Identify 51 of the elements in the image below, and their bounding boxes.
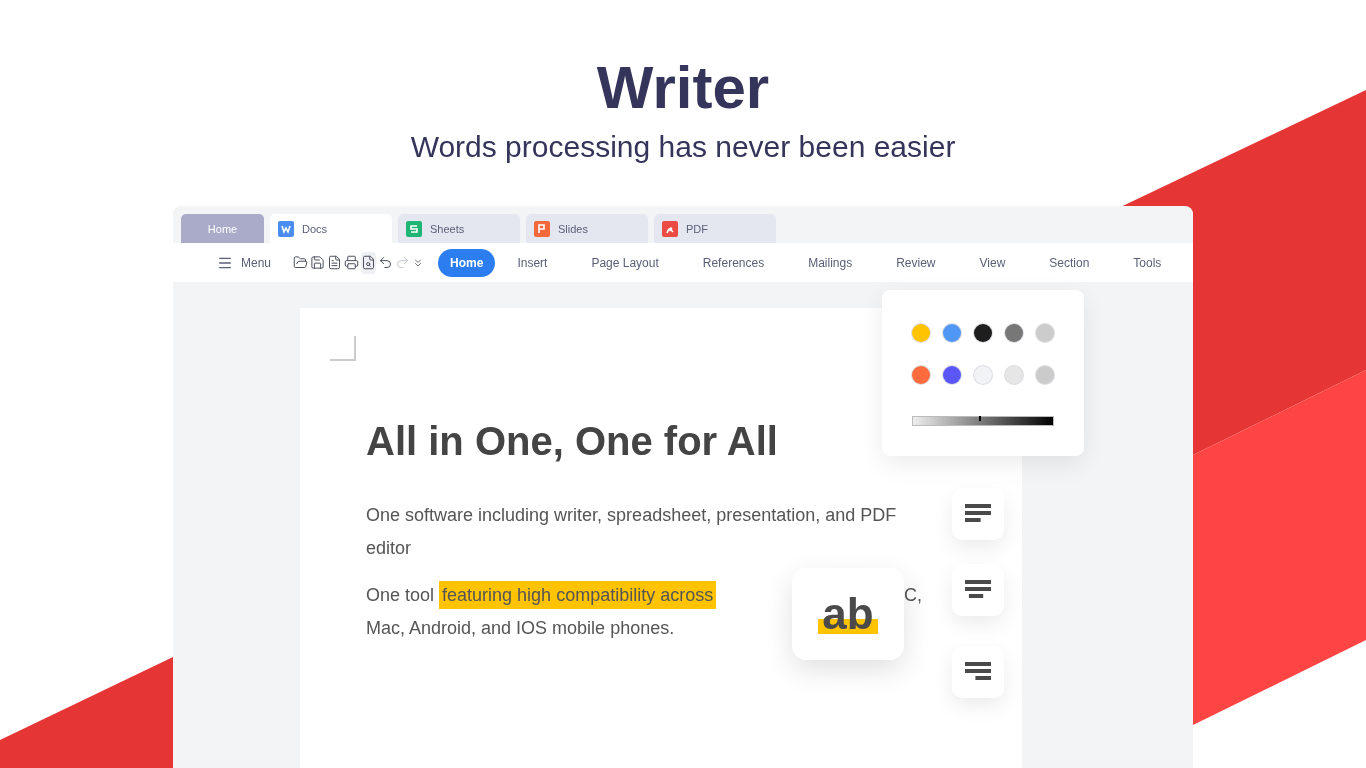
color-swatch[interactable] <box>912 366 930 384</box>
align-left-icon <box>965 504 991 524</box>
ribbon-tab[interactable]: References <box>690 248 777 277</box>
ribbon-tab[interactable]: Review <box>884 248 948 277</box>
color-swatch[interactable] <box>943 324 961 342</box>
align-right-icon <box>965 662 991 682</box>
app-logo-icon <box>406 220 422 237</box>
color-swatch[interactable] <box>974 324 992 342</box>
ribbon-tab[interactable]: Page Layout <box>579 248 671 277</box>
preview-button[interactable] <box>361 251 377 274</box>
save-icon <box>310 255 326 270</box>
document-paragraph: Mac, Android, and IOS mobile phones. <box>366 617 675 640</box>
color-swatch[interactable] <box>1036 324 1054 342</box>
color-swatch[interactable] <box>1036 366 1054 384</box>
color-swatch[interactable] <box>1005 324 1023 342</box>
app-logo-icon <box>534 220 550 237</box>
app-tab[interactable]: PDF <box>654 214 776 243</box>
ribbon-tab[interactable]: Tools <box>1121 248 1174 277</box>
ribbon-tab[interactable]: Section <box>1037 248 1102 277</box>
app-tab[interactable]: Sheets <box>398 214 520 243</box>
app-logo-icon <box>278 220 294 237</box>
hero-subtitle: Words processing has never been easier <box>410 129 956 165</box>
app-logo-icon <box>662 220 678 237</box>
folder-icon <box>293 255 309 270</box>
margin-corner-mark <box>330 336 356 361</box>
document-text: C, <box>904 584 922 607</box>
ribbon-tab[interactable]: Mailings <box>796 248 865 277</box>
color-swatch[interactable] <box>943 366 961 384</box>
slider-thumb[interactable] <box>979 416 982 421</box>
ribbon-tab[interactable]: Home <box>438 248 496 277</box>
color-swatch[interactable] <box>1005 366 1023 384</box>
redo-icon <box>395 255 411 270</box>
pdf-file-icon <box>327 255 343 270</box>
shade-slider[interactable] <box>912 416 1054 426</box>
align-button[interactable] <box>952 488 1004 540</box>
ribbon-tab[interactable]: Insert <box>505 248 560 277</box>
ribbon-tab[interactable]: View <box>967 248 1018 277</box>
document-heading: All in One, One for All <box>366 419 779 463</box>
color-swatch[interactable] <box>912 324 930 342</box>
app-tab[interactable]: Docs <box>270 214 392 243</box>
align-button[interactable] <box>952 564 1004 616</box>
align-center-icon <box>965 580 991 600</box>
menu-button[interactable]: Menu <box>217 254 272 271</box>
hero-title: Writer <box>596 53 770 123</box>
preview-icon <box>361 255 377 270</box>
color-swatch[interactable] <box>974 366 992 384</box>
align-button[interactable] <box>952 646 1004 698</box>
document-paragraph: One software including writer, spreadsheet, presentation, and PDF editor <box>366 504 898 560</box>
app-tab[interactable]: Slides <box>526 214 648 243</box>
undo-icon <box>378 255 394 270</box>
printer-icon <box>344 255 360 270</box>
